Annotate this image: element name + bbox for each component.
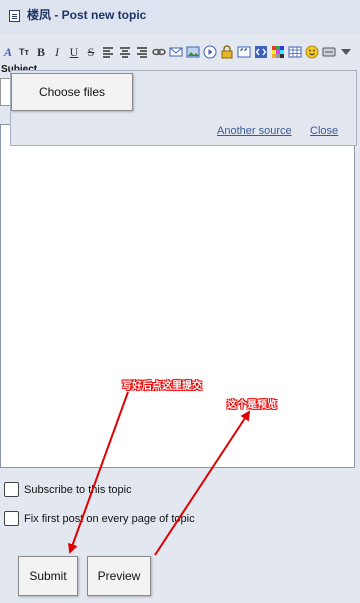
annotation-arrows bbox=[68, 391, 251, 556]
preview-arrow bbox=[154, 410, 251, 556]
submit-arrow bbox=[68, 391, 129, 554]
preview-annotation: 这个是预览 bbox=[227, 400, 277, 411]
submit-annotation: 写好后点这里提交 bbox=[122, 381, 202, 392]
